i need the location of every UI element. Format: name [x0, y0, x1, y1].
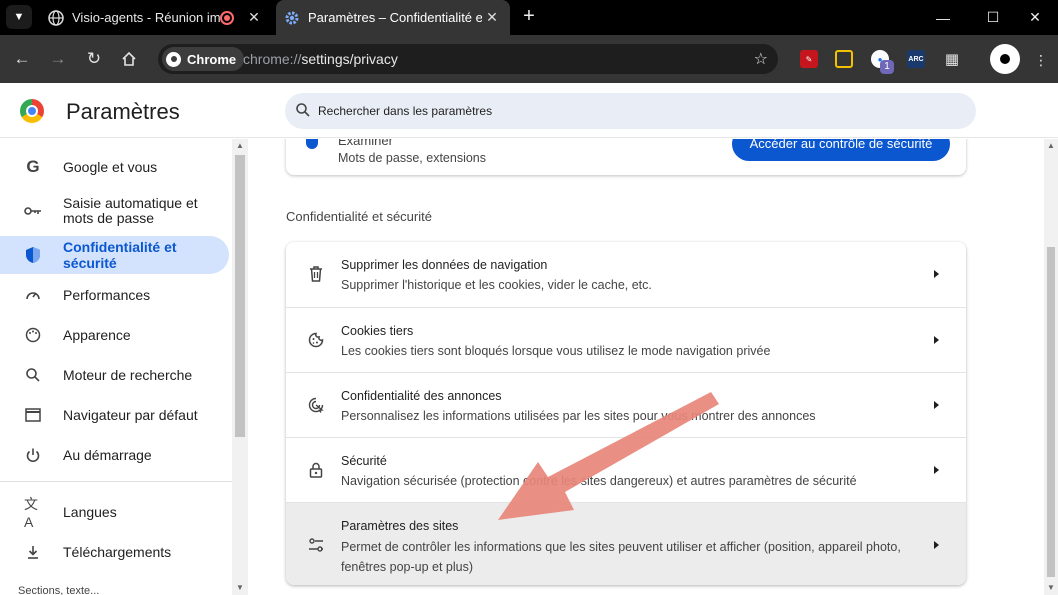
- section-title: Confidentialité et sécurité: [286, 209, 432, 224]
- shield-icon: [24, 246, 42, 264]
- forward-button[interactable]: →: [46, 47, 70, 71]
- sidebar-item-search-engine[interactable]: Moteur de recherche: [0, 357, 230, 393]
- chevron-right-icon: [934, 466, 939, 474]
- sidebar-scrollbar[interactable]: ▲ ▼: [232, 139, 248, 595]
- row-clear-browsing-data[interactable]: Supprimer les données de navigation Supp…: [286, 242, 966, 307]
- chevron-right-icon: [934, 336, 939, 344]
- palette-icon: [24, 326, 42, 344]
- folder-extension-icon[interactable]: [835, 50, 853, 68]
- safety-check-title: Examiner: [338, 139, 393, 148]
- trash-icon: [306, 264, 326, 284]
- sidebar-item-autofill[interactable]: Saisie automatique et mots de passe: [0, 191, 230, 231]
- site-info-chip[interactable]: Chrome: [162, 47, 245, 71]
- settings-search-input[interactable]: Rechercher dans les paramètres: [285, 93, 976, 129]
- back-button[interactable]: ←: [10, 47, 34, 71]
- avatar[interactable]: [990, 44, 1020, 74]
- search-icon: [24, 366, 42, 384]
- safety-check-subtitle: Mots de passe, extensions: [338, 151, 486, 165]
- google-icon: G: [26, 157, 40, 176]
- puzzle-icon[interactable]: ▦: [943, 50, 961, 68]
- home-button[interactable]: [117, 47, 141, 71]
- scrollbar-thumb[interactable]: [235, 155, 245, 437]
- search-icon: [296, 103, 310, 117]
- sidebar-item-languages[interactable]: 文A Langues: [0, 494, 230, 530]
- maximize-button[interactable]: ☐: [970, 0, 1016, 35]
- chevron-down-icon: ▼: [13, 11, 25, 23]
- main-scrollbar[interactable]: ▲ ▼: [1044, 139, 1058, 595]
- chevron-right-icon: [934, 401, 939, 409]
- sidebar-clipped-item: Sections, texte...: [18, 585, 100, 595]
- sliders-icon: [306, 535, 326, 555]
- scroll-down-icon[interactable]: ▼: [1047, 583, 1055, 592]
- chrome-icon: [166, 51, 181, 67]
- ads-icon: [306, 395, 326, 415]
- pdf-extension-icon[interactable]: ✎: [800, 50, 818, 68]
- sidebar-item-performance[interactable]: Performances: [0, 277, 230, 313]
- tab-title: Paramètres – Confidentialité et: [308, 10, 482, 25]
- recording-icon: [220, 10, 234, 25]
- shield-icon: [306, 139, 318, 149]
- scroll-up-icon[interactable]: ▲: [1047, 141, 1055, 150]
- lock-icon: [306, 460, 326, 480]
- url-text: chrome://settings/privacy: [243, 51, 398, 67]
- cookie-icon: [306, 330, 326, 350]
- download-icon: [24, 543, 42, 561]
- chip-label: Chrome: [187, 51, 237, 67]
- row-ad-privacy[interactable]: Confidentialité des annonces Personnalis…: [286, 372, 966, 437]
- close-icon[interactable]: ✕: [482, 9, 502, 26]
- globe-icon: [48, 9, 64, 26]
- tab-strip: ▼ Visio-agents - Réunion impr ✕ Paramètr…: [0, 0, 1058, 35]
- settings-sidebar: G Google et vous Saisie automatique et m…: [0, 139, 248, 595]
- safety-check-card: Examiner Mots de passe, extensions Accéd…: [286, 139, 966, 175]
- close-window-button[interactable]: ✕: [1012, 0, 1058, 35]
- tab-visio-agents[interactable]: Visio-agents - Réunion impr ✕: [40, 0, 272, 35]
- row-site-settings[interactable]: Paramètres des sites Permet de contrôler…: [286, 502, 966, 585]
- page-title: Paramètres: [66, 99, 180, 124]
- sidebar-divider: [0, 481, 232, 482]
- settings-header: Paramètres Rechercher dans les paramètre…: [0, 83, 1058, 138]
- chevron-right-icon: [934, 270, 939, 278]
- sidebar-item-privacy[interactable]: Confidentialité et sécurité: [0, 236, 229, 274]
- sidebar-item-appearance[interactable]: Apparence: [0, 317, 230, 353]
- settings-main: Examiner Mots de passe, extensions Accéd…: [248, 139, 1044, 595]
- scroll-down-icon[interactable]: ▼: [236, 583, 244, 592]
- tab-search-button[interactable]: ▼: [6, 5, 32, 29]
- safety-check-button[interactable]: Accéder au contrôle de sécurité: [732, 139, 950, 161]
- scroll-up-icon[interactable]: ▲: [236, 141, 244, 150]
- search-placeholder: Rechercher dans les paramètres: [318, 104, 493, 118]
- chevron-right-icon: [934, 541, 939, 549]
- reload-button[interactable]: ↻: [82, 47, 106, 71]
- tab-settings[interactable]: Paramètres – Confidentialité et ✕: [276, 0, 510, 35]
- key-icon: [24, 202, 42, 220]
- menu-kebab-icon[interactable]: ⋮: [1034, 52, 1048, 69]
- row-security[interactable]: Sécurité Navigation sécurisée (protectio…: [286, 437, 966, 502]
- gauge-icon: [24, 286, 42, 304]
- tab-title: Visio-agents - Réunion impr: [72, 10, 220, 25]
- browser-icon: [24, 406, 42, 424]
- arc-extension-icon[interactable]: ARC: [907, 50, 925, 68]
- translate-icon: 文A: [24, 496, 38, 530]
- row-third-party-cookies[interactable]: Cookies tiers Les cookies tiers sont blo…: [286, 307, 966, 372]
- power-icon: [24, 446, 42, 464]
- gear-icon: [284, 10, 300, 26]
- sidebar-item-default-browser[interactable]: Navigateur par défaut: [0, 397, 230, 433]
- minimize-button[interactable]: —: [920, 0, 966, 35]
- browser-toolbar: ← → ↻ Chrome chrome://settings/privacy ☆…: [0, 35, 1058, 83]
- sidebar-item-google[interactable]: G Google et vous: [0, 149, 230, 185]
- chrome-logo-icon: [20, 99, 44, 123]
- privacy-card: Supprimer les données de navigation Supp…: [286, 242, 966, 585]
- close-icon[interactable]: ✕: [244, 9, 264, 26]
- sidebar-item-downloads[interactable]: Téléchargements: [0, 534, 230, 570]
- address-bar[interactable]: Chrome chrome://settings/privacy ☆: [158, 44, 778, 74]
- scrollbar-thumb[interactable]: [1047, 247, 1055, 577]
- extension-badge: 1: [880, 60, 894, 74]
- home-icon: [122, 51, 136, 66]
- bookmark-star-icon[interactable]: ☆: [754, 49, 768, 69]
- new-tab-button[interactable]: +: [518, 6, 540, 28]
- sidebar-item-startup[interactable]: Au démarrage: [0, 437, 230, 473]
